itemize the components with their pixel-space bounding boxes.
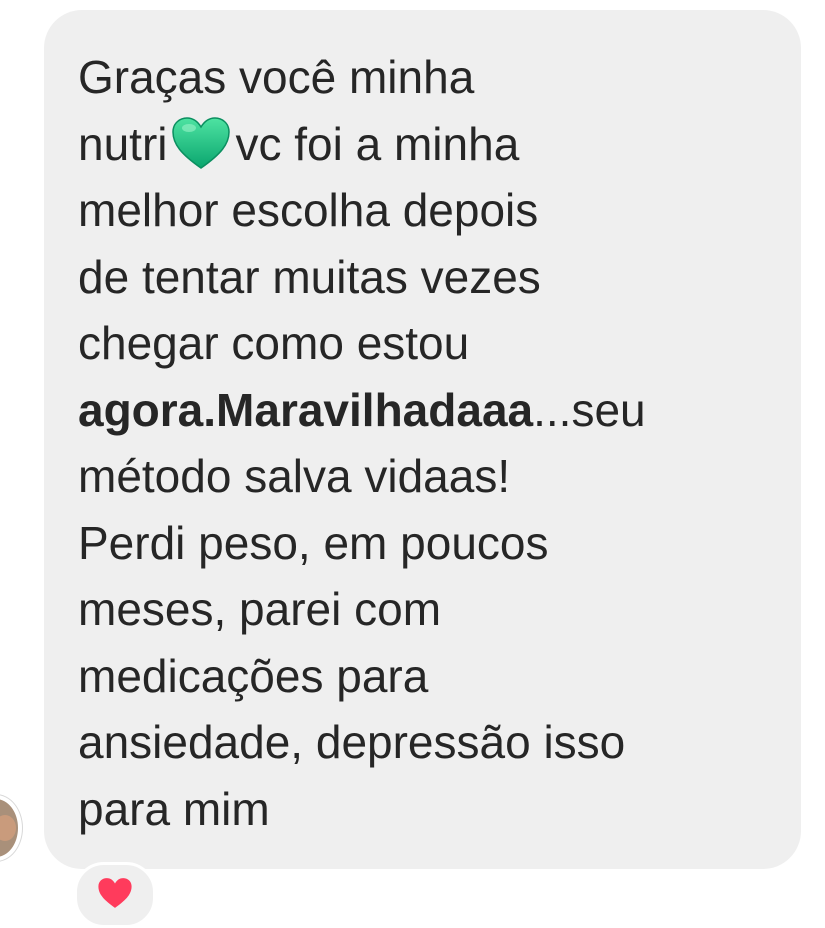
green-heart-icon bbox=[172, 116, 231, 169]
message-line: meses, parei com bbox=[78, 583, 442, 635]
message-line: método salva vidaas! bbox=[78, 450, 511, 502]
message-text: Graças você minha nutri vc foi a minha m… bbox=[78, 44, 778, 842]
bold-text: agora.Maravilhadaaa bbox=[78, 383, 534, 436]
reaction-badge[interactable] bbox=[74, 862, 156, 928]
message-line: nutri vc foi a minha bbox=[78, 116, 520, 170]
message-line: melhor escolha depois bbox=[78, 184, 539, 236]
message-line: Graças você minha bbox=[78, 51, 475, 103]
message-line: agora.Maravilhadaaa...seu bbox=[78, 383, 646, 436]
red-heart-icon bbox=[98, 878, 132, 908]
avatar-face bbox=[0, 815, 16, 841]
message-line: ansiedade, depressão isso bbox=[78, 716, 626, 768]
avatar[interactable] bbox=[0, 795, 22, 861]
message-line: Perdi peso, em poucos bbox=[78, 516, 549, 569]
message-line: de tentar muitas vezes bbox=[78, 250, 541, 303]
message-line: chegar como estou bbox=[78, 317, 470, 369]
message-line: medicações para bbox=[78, 649, 429, 702]
message-line: para mim bbox=[78, 782, 270, 835]
